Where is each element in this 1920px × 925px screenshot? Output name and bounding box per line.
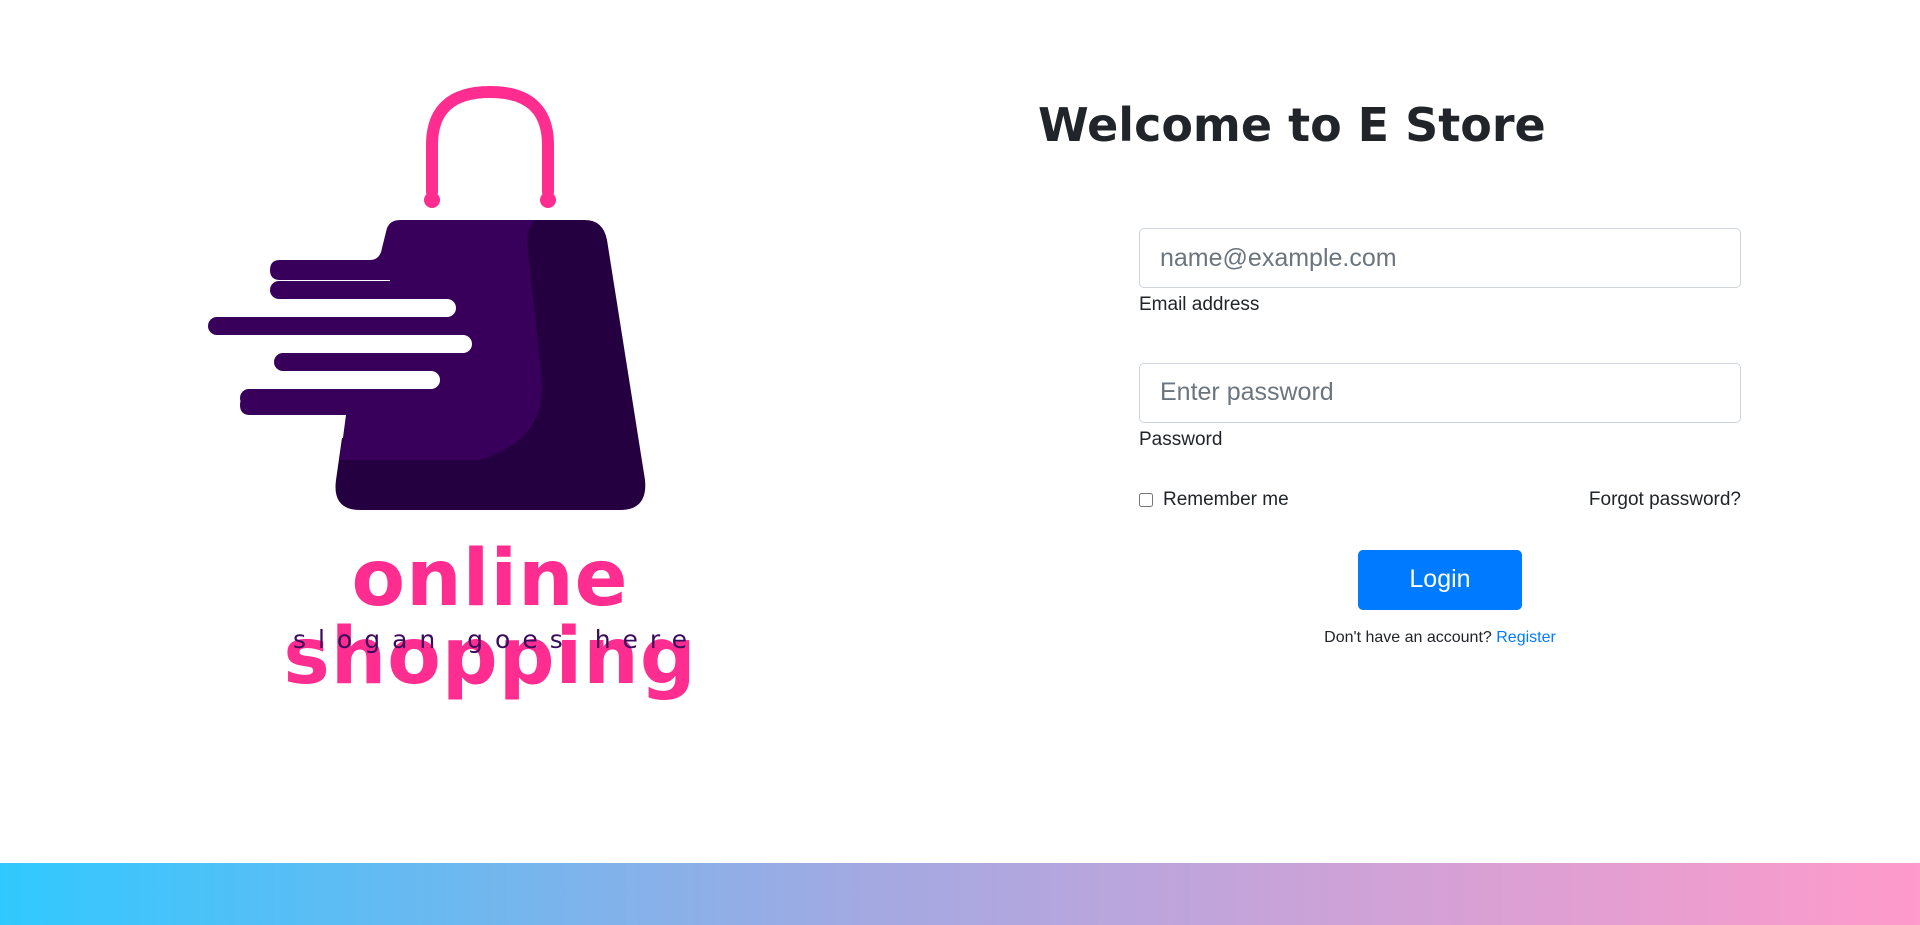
brand-name: online shopping bbox=[283, 534, 697, 702]
remember-me-label: Remember me bbox=[1163, 488, 1289, 510]
forgot-password-link[interactable]: Forgot password? bbox=[1589, 489, 1741, 511]
no-account-text: Don't have an account? bbox=[1324, 628, 1492, 646]
email-label: Email address bbox=[1139, 294, 1260, 315]
password-input[interactable] bbox=[1139, 362, 1741, 423]
remember-me: Remember me bbox=[1139, 489, 1289, 511]
footer-gradient-bar bbox=[0, 863, 1920, 925]
login-page: online shopping slogan goes here Welcome… bbox=[0, 0, 1920, 925]
login-form: Email address Password Remember me Forgo… bbox=[1139, 228, 1741, 647]
register-link[interactable]: Register bbox=[1496, 629, 1556, 646]
page-title: Welcome to E Store bbox=[1038, 98, 1546, 152]
email-input[interactable] bbox=[1139, 228, 1741, 288]
register-prompt: Don't have an account? Register bbox=[1139, 629, 1741, 647]
store-logo: online shopping slogan goes here bbox=[190, 80, 810, 696]
brand-slogan: slogan goes here bbox=[292, 625, 700, 654]
remember-me-checkbox[interactable] bbox=[1139, 492, 1153, 507]
form-options-row: Remember me Forgot password? bbox=[1139, 486, 1741, 514]
shopping-bag-icon bbox=[208, 85, 646, 510]
login-button[interactable]: Login bbox=[1358, 549, 1522, 610]
password-label: Password bbox=[1139, 428, 1223, 450]
